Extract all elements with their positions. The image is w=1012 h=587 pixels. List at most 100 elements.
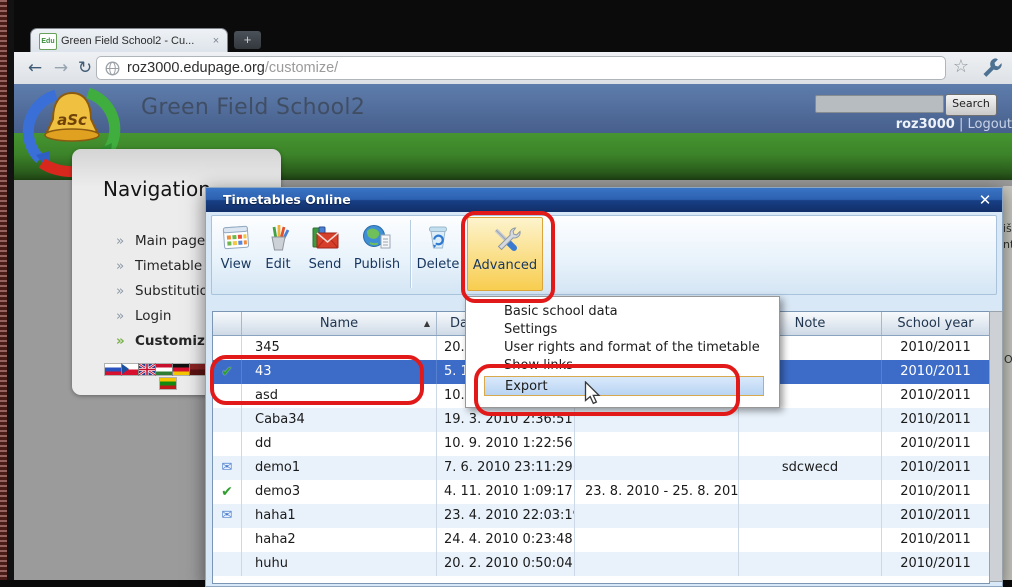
row-note [739,552,882,576]
background-fragment: O [1004,353,1012,366]
table-scrollbar[interactable] [989,311,1003,582]
flag-hungary-icon[interactable] [156,364,172,375]
table-row[interactable]: haha2 24. 4. 2010 0:23:48 2010/2011 [213,528,989,552]
user-line: roz3000 | Logout [714,117,1012,132]
back-button[interactable]: ← [24,56,46,80]
row-note [739,504,882,528]
menu-item-label: Basic school data [504,304,618,319]
annotation-export-highlight [474,364,740,416]
chevron-icon: » [116,254,124,279]
toolbar-separator [410,220,411,288]
row-school-year: 2010/2011 [882,528,989,552]
row-school-year: 2010/2011 [882,336,989,360]
toolbar-button-send[interactable]: Send [301,217,349,291]
menu-item-label: Settings [504,322,557,337]
site-search-button[interactable]: Search [945,94,997,116]
toolbar-button-edit[interactable]: Edit [257,217,299,291]
toolbar-button-publish[interactable]: Publish [349,217,405,291]
globe-icon [105,61,120,76]
sidebar-item-label: Customize [135,333,214,349]
row-school-year: 2010/2011 [882,480,989,504]
table-row[interactable]: demo1 7. 6. 2010 23:11:29 sdcwecd 2010/2… [213,456,989,480]
table-row[interactable]: demo3 4. 11. 2010 1:09:17 23. 8. 2010 - … [213,480,989,504]
flag-uk-icon[interactable] [139,364,155,375]
dialog-title: Timetables Online [223,188,351,212]
row-date: 10. 9. 2010 1:22:56 [437,432,575,456]
url-path: /customize/ [265,60,338,76]
row-valid-range [575,504,739,528]
bookmark-star-icon[interactable]: ☆ [950,55,972,79]
edit-icon [262,222,294,254]
header-cell-school-year[interactable]: School year [882,312,989,335]
row-school-year: 2010/2011 [882,456,989,480]
flag-czech-icon[interactable] [122,364,138,375]
header-cell-icon[interactable] [213,312,242,335]
row-school-year: 2010/2011 [882,384,989,408]
menu-item[interactable]: Settings [466,321,779,339]
chevron-icon: » [116,304,124,329]
logout-link[interactable]: Logout [967,117,1012,132]
table-row[interactable]: huhu 20. 2. 2010 0:50:04 2010/2011 [213,552,989,576]
row-name: demo3 [242,480,437,504]
annotation-advanced-highlight [461,211,555,303]
chevron-icon: » [116,229,124,254]
site-search-input[interactable] [815,95,944,113]
menu-item[interactable]: User rights and format of the timetable [466,339,779,357]
menu-item-label: User rights and format of the timetable [504,340,760,355]
edupage-favicon-icon: Edu [39,33,57,50]
forward-button[interactable]: → [50,56,72,80]
row-note [739,408,882,432]
row-status-icon [213,552,242,576]
svg-text:aSc: aSc [57,111,87,129]
header-cell-name[interactable]: Name▲ [242,312,437,335]
row-status-icon [213,528,242,552]
reload-button[interactable]: ↻ [74,56,96,80]
flag-slovakia-icon[interactable] [105,364,121,375]
username: roz3000 [896,117,955,132]
row-school-year: 2010/2011 [882,432,989,456]
toolbar-button-label: Publish [354,257,400,272]
row-note [739,528,882,552]
toolbar-button-delete[interactable]: Delete [414,217,462,291]
browser-toolbar: ← → ↻ roz3000.edupage.org/customize/ ☆ [14,52,1012,85]
view-icon [220,222,252,254]
url-text: roz3000.edupage.org/customize/ [127,57,338,79]
row-name: haha2 [242,528,437,552]
row-valid-range [575,432,739,456]
send-icon [309,222,341,254]
row-name: Caba34 [242,408,437,432]
wrench-menu-icon[interactable] [980,56,1004,80]
row-school-year: 2010/2011 [882,552,989,576]
tab-close-icon[interactable]: × [209,33,223,49]
table-row[interactable]: dd 10. 9. 2010 1:22:56 2010/2011 [213,432,989,456]
mouse-cursor [584,381,602,407]
row-date: 24. 4. 2010 0:23:48 [437,528,575,552]
new-tab-button[interactable]: + [234,31,261,49]
row-status-icon [213,504,242,528]
menu-item[interactable]: Basic school data [466,303,779,321]
toolbar-button-label: Send [309,257,342,272]
dialog-titlebar[interactable]: Timetables Online ✕ [206,188,1002,212]
delete-icon [422,222,454,254]
flag-lithuania-icon[interactable] [160,378,176,389]
sidebar-item-label: Timetable [135,258,202,274]
row-valid-range [575,552,739,576]
row-name: huhu [242,552,437,576]
row-status-icon [213,408,242,432]
row-status-icon [213,480,242,504]
flag-6-icon[interactable] [190,364,206,375]
browser-tab-strip: Edu Green Field School2 - Cu... × + [14,0,1012,52]
row-note: sdcwecd [739,456,882,480]
dialog-close-button[interactable]: ✕ [974,190,996,210]
desktop-edge-stripe [0,0,7,580]
background-fragment: iš [1003,222,1012,235]
row-school-year: 2010/2011 [882,360,989,384]
address-bar[interactable]: roz3000.edupage.org/customize/ [96,56,946,80]
toolbar-button-view[interactable]: View [215,217,257,291]
browser-tab[interactable]: Edu Green Field School2 - Cu... × [30,28,228,53]
row-date: 4. 11. 2010 1:09:17 [437,480,575,504]
language-flags [105,364,207,376]
row-date: 20. 2. 2010 0:50:04 [437,552,575,576]
table-row[interactable]: haha1 23. 4. 2010 22:03:19 2010/2011 [213,504,989,528]
flag-germany-icon[interactable] [173,364,189,375]
